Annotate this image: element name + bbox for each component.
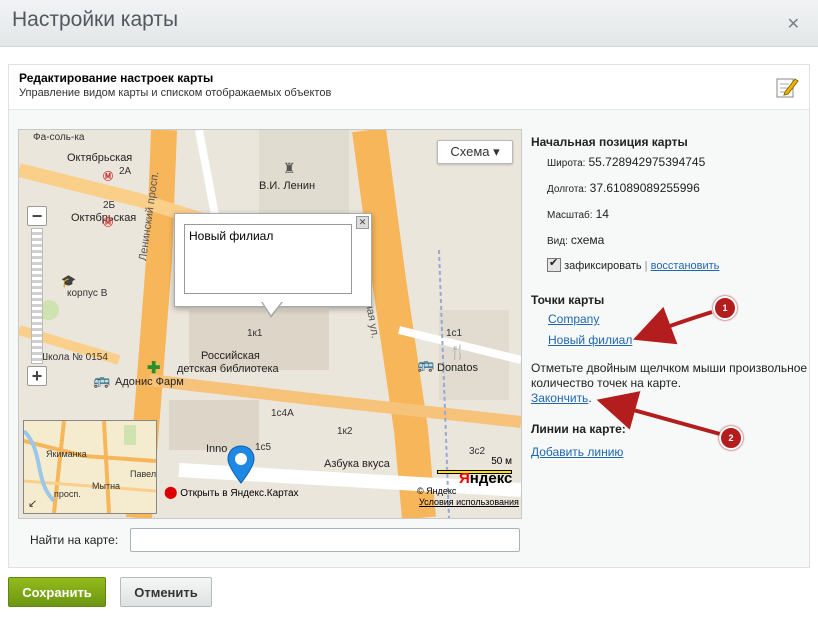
map-search-input[interactable]	[130, 528, 520, 552]
search-label: Найти на карте:	[30, 533, 119, 547]
save-button[interactable]: Сохранить	[8, 577, 106, 607]
annotation-arrows	[596, 306, 721, 436]
annotation-badge-1: 1	[713, 296, 737, 320]
cancel-button[interactable]: Отменить	[120, 577, 212, 607]
annotation-badge-2: 2	[719, 426, 743, 450]
